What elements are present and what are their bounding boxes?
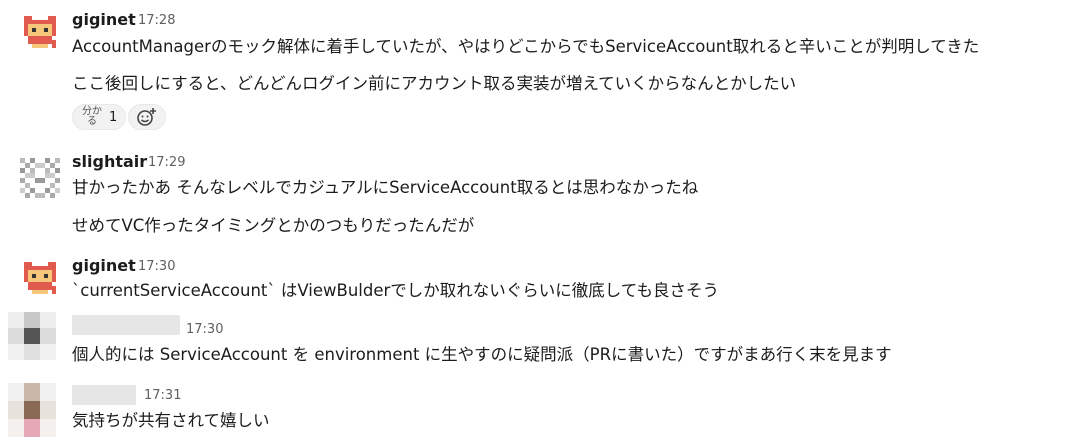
- giginet-avatar[interactable]: [20, 258, 60, 298]
- username[interactable]: giginet: [72, 10, 136, 29]
- timestamp[interactable]: 17:31: [144, 388, 181, 403]
- username[interactable]: slightair: [72, 152, 147, 171]
- reaction-count: 1: [109, 109, 118, 125]
- add-reaction-button[interactable]: [128, 104, 166, 130]
- giginet-avatar[interactable]: [20, 12, 60, 52]
- timestamp[interactable]: 17:28: [138, 13, 175, 28]
- add-reaction-icon: [137, 108, 156, 126]
- message-redacted-user-1: 17:30 個人的には ServiceAccount を environment…: [0, 312, 1085, 372]
- wakaru-emoji-icon: 分かる: [82, 106, 102, 127]
- redacted-username[interactable]: [72, 315, 180, 335]
- message-text: 個人的には ServiceAccount を environment に生やすの…: [72, 345, 892, 364]
- timestamp[interactable]: 17:29: [148, 155, 185, 170]
- redacted-avatar[interactable]: [8, 312, 56, 360]
- reaction-pill[interactable]: 分かる 1: [72, 104, 127, 130]
- message-giginet-2: giginet 17:30 `currentServiceAccount` はV…: [0, 252, 1085, 308]
- message-text: `currentServiceAccount` はViewBulderでしか取れ…: [72, 281, 719, 300]
- message-text: 甘かったかあ そんなレベルでカジュアルにServiceAccount取るとは思わ…: [72, 178, 699, 197]
- message-text: 気持ちが共有されて嬉しい: [72, 411, 270, 430]
- message-giginet-1: giginet 17:28 AccountManagerのモック解体に着手してい…: [0, 0, 1085, 140]
- redacted-username[interactable]: [72, 385, 136, 405]
- username[interactable]: giginet: [72, 256, 136, 275]
- message-text: AccountManagerのモック解体に着手していたが、やはりどこからでもSe…: [72, 37, 980, 56]
- message-text: ここ後回しにすると、どんどんログイン前にアカウント取る実装が増えていくからなんと…: [72, 74, 797, 93]
- slightair-avatar[interactable]: [20, 158, 60, 198]
- timestamp[interactable]: 17:30: [186, 322, 223, 337]
- redacted-avatar[interactable]: [8, 383, 56, 437]
- message-redacted-user-2: 17:31 気持ちが共有されて嬉しい: [0, 380, 1085, 441]
- timestamp[interactable]: 17:30: [138, 259, 175, 274]
- message-slightair: slightair 17:29 甘かったかあ そんなレベルでカジュアルにServ…: [0, 150, 1085, 240]
- message-text: せめてVC作ったタイミングとかのつもりだったんだが: [72, 216, 475, 235]
